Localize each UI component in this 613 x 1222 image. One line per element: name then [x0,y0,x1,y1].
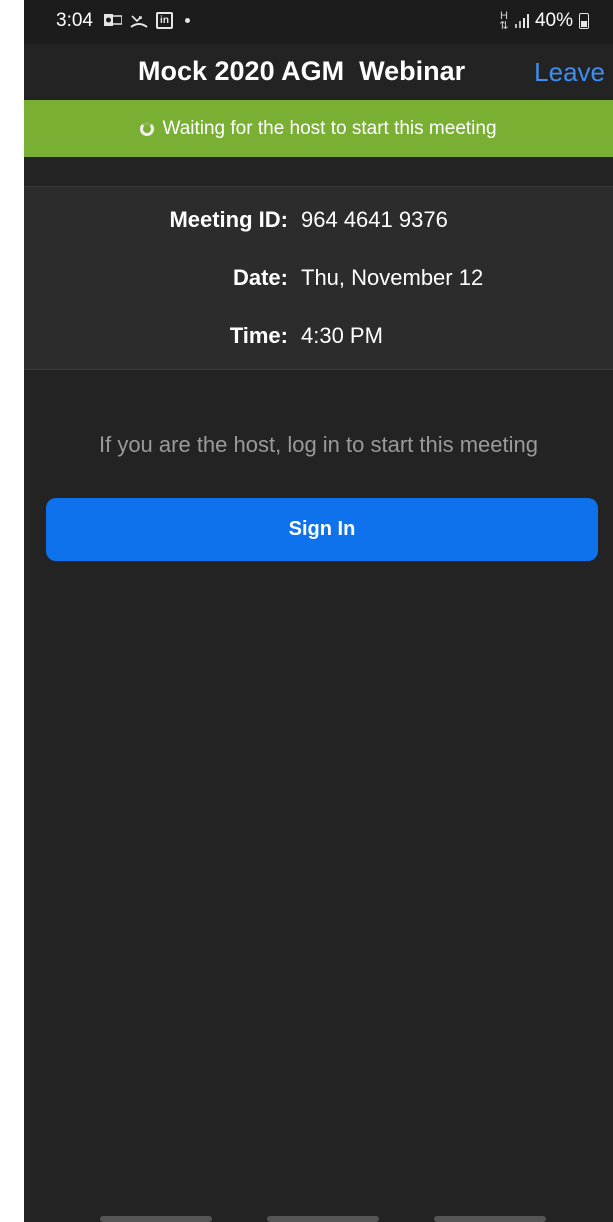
spinner-icon [140,121,155,136]
date-label: Date: [232,265,288,290]
meeting-info-panel: Meeting ID: 964 4641 9376 Date: Thu, Nov… [24,186,613,370]
sign-in-button[interactable]: Sign In [46,498,598,561]
status-right: H ⇅ 40% [499,10,589,32]
battery-icon [579,13,589,29]
outlook-icon [104,13,123,29]
navigation-bar [24,1214,613,1222]
notification-dot [185,18,190,23]
recent-apps-button[interactable] [100,1216,212,1222]
linkedin-icon: in [156,12,173,29]
title-bar: Mock 2020 AGM Webinar Leave [24,44,613,100]
time-row: Time: 4:30 PM [24,323,613,357]
meeting-id-row: Meeting ID: 964 4641 9376 [24,207,613,241]
signal-icon [514,14,529,28]
status-time: 3:04 [56,10,93,31]
battery-percent: 40% [534,10,573,31]
leave-button[interactable]: Leave [534,57,605,88]
date-row: Date: Thu, November 12 [24,265,613,299]
meeting-id-label: Meeting ID: [169,207,288,232]
meeting-id-value: 964 4641 9376 [301,207,448,232]
host-hint: If you are the host, log in to start thi… [98,432,538,457]
missed-call-icon [130,13,148,29]
time-label: Time: [229,323,288,348]
network-activity-icon: H ⇅ [499,10,509,32]
date-value: Thu, November 12 [301,265,484,290]
meeting-waiting-screen: 3:04 in H ⇅ 40% Mock 2020 AGM Webinar Lea… [24,0,613,1222]
notification-icons: in [104,12,190,29]
time-value: 4:30 PM [301,323,383,348]
waiting-banner: Waiting for the host to start this meeti… [24,100,613,157]
meeting-title: Mock 2020 AGM Webinar [138,56,466,86]
waiting-text: Waiting for the host to start this meeti… [162,117,497,139]
status-bar: 3:04 in H ⇅ 40% [24,0,613,44]
back-button[interactable] [434,1216,546,1222]
home-button[interactable] [267,1216,379,1222]
